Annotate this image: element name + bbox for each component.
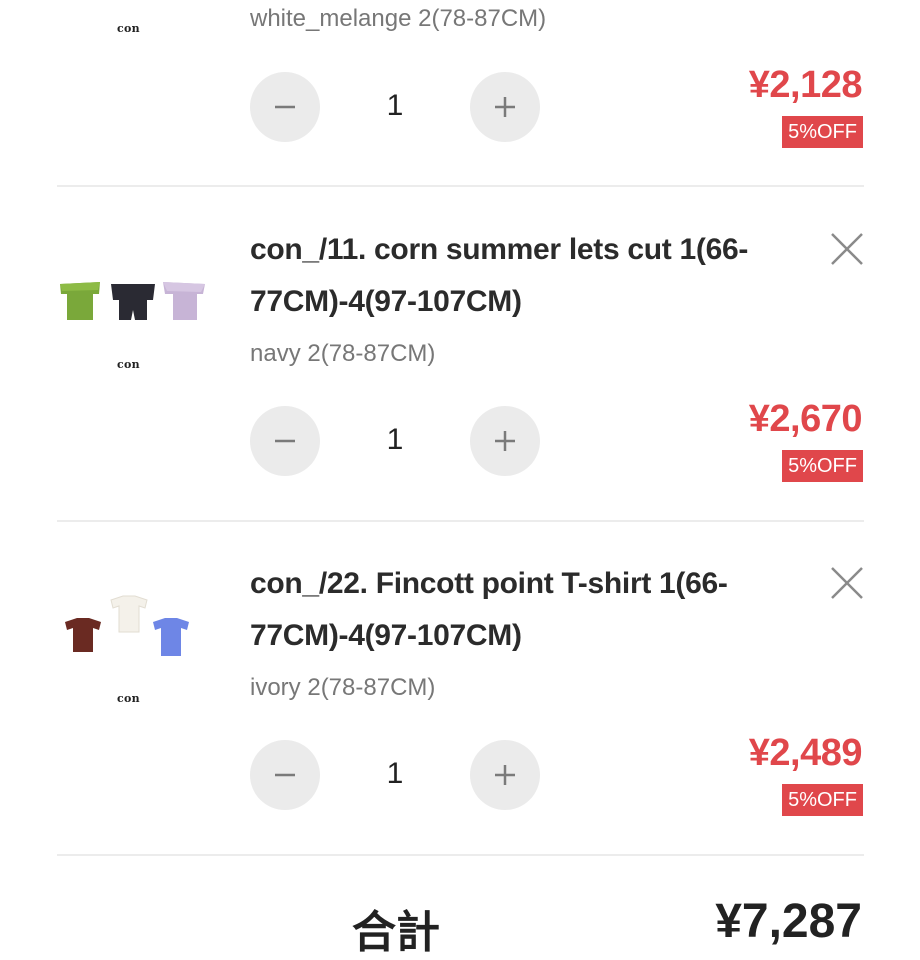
remove-item-button[interactable]	[828, 564, 866, 602]
product-title[interactable]: con_/11. corn summer lets cut 1(66-77CM)…	[250, 224, 780, 328]
minus-icon	[275, 439, 295, 443]
product-variant: ivory 2(78-87CM)	[250, 674, 436, 701]
remove-item-button[interactable]	[828, 230, 866, 268]
plus-icon	[495, 97, 515, 117]
brand-label: con	[117, 358, 140, 371]
discount-badge: 5%OFF	[782, 784, 863, 816]
total-value: ¥7,287	[715, 895, 862, 948]
plus-icon	[495, 431, 515, 451]
item-divider	[57, 520, 864, 522]
product-thumbnail[interactable]: con	[55, 270, 215, 420]
decrease-quantity-button[interactable]	[250, 740, 320, 810]
quantity-value: 1	[386, 423, 404, 456]
brand-label: con	[117, 22, 140, 35]
brand-label: con	[117, 692, 140, 705]
quantity-value: 1	[386, 757, 404, 790]
product-image	[65, 595, 189, 656]
total-label: 合計	[352, 908, 440, 957]
increase-quantity-button[interactable]	[470, 740, 540, 810]
minus-icon	[275, 105, 295, 109]
discount-badge: 5%OFF	[782, 450, 863, 482]
product-title[interactable]: con_/22. Fincott point T-shirt 1(66-77CM…	[250, 558, 780, 662]
decrease-quantity-button[interactable]	[250, 406, 320, 476]
close-icon	[831, 233, 863, 265]
plus-icon	[495, 765, 515, 785]
increase-quantity-button[interactable]	[470, 406, 540, 476]
quantity-value: 1	[386, 89, 404, 122]
decrease-quantity-button[interactable]	[250, 72, 320, 142]
item-price: ¥2,670	[748, 398, 863, 440]
discount-badge: 5%OFF	[782, 116, 863, 148]
item-divider	[57, 185, 864, 187]
product-thumbnail[interactable]: con	[55, 592, 215, 742]
product-image	[60, 282, 205, 320]
product-variant: white_melange 2(78-87CM)	[250, 5, 547, 32]
close-icon	[831, 567, 863, 599]
item-divider	[57, 854, 864, 856]
minus-icon	[275, 773, 295, 777]
item-price: ¥2,489	[748, 732, 863, 774]
product-thumbnail[interactable]: con	[55, 0, 215, 35]
item-price: ¥2,128	[748, 64, 863, 106]
product-variant: navy 2(78-87CM)	[250, 340, 436, 367]
increase-quantity-button[interactable]	[470, 72, 540, 142]
